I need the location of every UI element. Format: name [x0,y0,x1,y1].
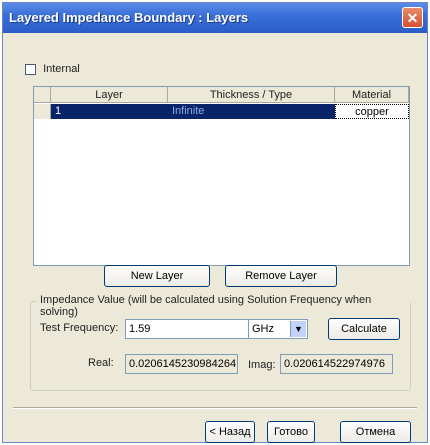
table-row[interactable]: 1 Infinite copper [34,104,409,119]
row-selector[interactable] [34,104,51,119]
row-header-corner [34,87,51,103]
title-bar[interactable]: Layered Impedance Boundary : Layers ✕ [3,3,427,33]
column-header-thickness[interactable]: Thickness / Type [168,87,335,103]
cell-thickness[interactable]: Infinite [168,104,335,119]
table-header: Layer Thickness / Type Material [34,87,409,103]
finish-button[interactable]: Готово [267,421,315,443]
new-layer-button[interactable]: New Layer [104,265,210,287]
frequency-unit-value: GHz [252,323,274,335]
cell-material[interactable]: copper [335,104,409,119]
column-header-layer[interactable]: Layer [51,87,168,103]
frequency-unit-select[interactable]: GHz ▼ [248,319,308,339]
internal-label[interactable]: Internal [43,63,80,75]
real-label: Real: [88,357,114,369]
cancel-button[interactable]: Отмена [340,421,411,443]
window-title: Layered Impedance Boundary : Layers [9,10,249,25]
real-value-field: 0.0206145230984264 [125,354,238,374]
chevron-down-icon[interactable]: ▼ [290,321,306,337]
internal-checkbox[interactable] [25,63,36,75]
test-frequency-label: Test Frequency: [40,322,119,334]
layers-table[interactable]: Layer Thickness / Type Material 1 Infini… [33,86,410,266]
layers-dialog: Layered Impedance Boundary : Layers ✕ In… [2,2,428,443]
impedance-group: Impedance Value (will be calculated usin… [30,294,411,391]
column-header-material[interactable]: Material [335,87,409,103]
test-frequency-input[interactable]: 1.59 [125,319,262,339]
internal-checkbox-row[interactable]: Internal [25,63,80,75]
calculate-button[interactable]: Calculate [328,318,400,340]
remove-layer-button[interactable]: Remove Layer [225,265,337,287]
close-icon[interactable]: ✕ [402,7,423,28]
impedance-legend: Impedance Value (will be calculated usin… [37,294,410,318]
imag-value-field: 0.020614522974976 [280,354,393,374]
imag-label: Imag: [248,359,276,371]
back-button[interactable]: < Назад [205,421,255,443]
cell-layer[interactable]: 1 [51,104,168,119]
divider [13,407,417,409]
